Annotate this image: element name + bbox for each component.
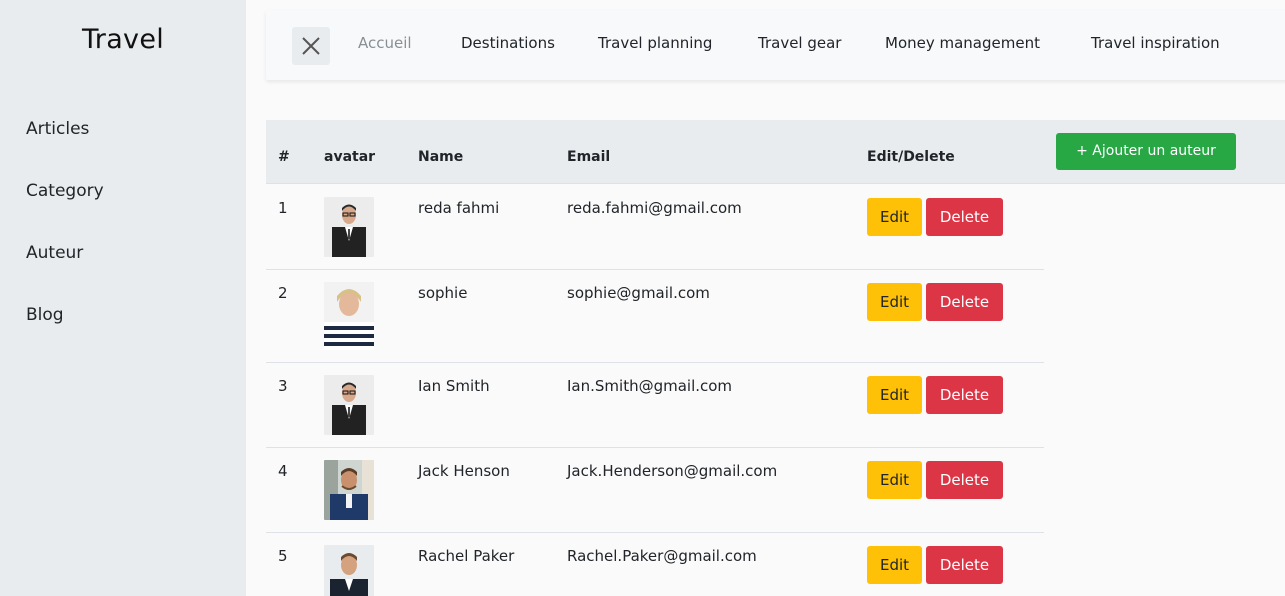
author-email: Jack.Henderson@gmail.com xyxy=(567,462,778,480)
author-email: sophie@gmail.com xyxy=(567,284,710,302)
nav-link-travel-planning[interactable]: Travel planning xyxy=(598,34,712,52)
table-row: 2 sophie sophie@gmail.com Edit Delete xyxy=(266,270,1044,363)
column-header-name: Name xyxy=(418,149,464,165)
author-name: Rachel Paker xyxy=(418,547,515,565)
avatar xyxy=(324,460,374,520)
edit-button[interactable]: Edit xyxy=(867,546,922,584)
author-name: sophie xyxy=(418,284,468,302)
edit-button[interactable]: Edit xyxy=(867,198,922,236)
edit-button[interactable]: Edit xyxy=(867,461,922,499)
author-email: Ian.Smith@gmail.com xyxy=(567,377,733,395)
delete-button[interactable]: Delete xyxy=(926,546,1003,584)
avatar xyxy=(324,375,374,435)
sidebar-item-category[interactable]: Category xyxy=(26,181,104,201)
author-name: Ian Smith xyxy=(418,377,490,395)
row-number: 1 xyxy=(278,199,288,217)
author-name: Jack Henson xyxy=(418,462,510,480)
table-row: 3 Ian Smith Ian.Smith@gmail.com Edit Del… xyxy=(266,363,1044,448)
top-navbar: Accueil Destinations Travel planning Tra… xyxy=(266,10,1285,80)
delete-button[interactable]: Delete xyxy=(926,376,1003,414)
avatar xyxy=(324,282,374,350)
sidebar: Travel Articles Category Auteur Blog xyxy=(0,0,246,596)
table-row: 4 Jack Henson Jack.Henderson@gmail.com E… xyxy=(266,448,1044,533)
row-number: 4 xyxy=(278,462,288,480)
avatar xyxy=(324,197,374,257)
column-header-number: # xyxy=(278,149,290,165)
author-email: Rachel.Paker@gmail.com xyxy=(567,547,757,565)
brand-title: Travel xyxy=(81,24,165,55)
main-content: Accueil Destinations Travel planning Tra… xyxy=(246,0,1285,596)
close-icon xyxy=(302,37,320,55)
table-row: 5 Rachel Paker Rachel.Paker@gmail.com Ed… xyxy=(266,533,1044,596)
nav-link-travel-inspiration[interactable]: Travel inspiration xyxy=(1091,34,1220,52)
delete-button[interactable]: Delete xyxy=(926,198,1003,236)
sidebar-item-auteur[interactable]: Auteur xyxy=(26,243,83,263)
row-number: 5 xyxy=(278,547,288,565)
sidebar-item-articles[interactable]: Articles xyxy=(26,119,89,139)
nav-link-money-management[interactable]: Money management xyxy=(885,34,1040,52)
avatar xyxy=(324,545,374,596)
row-number: 3 xyxy=(278,377,288,395)
delete-button[interactable]: Delete xyxy=(926,461,1003,499)
edit-button[interactable]: Edit xyxy=(867,283,922,321)
sidebar-item-blog[interactable]: Blog xyxy=(26,305,64,325)
close-button[interactable] xyxy=(292,27,330,65)
delete-button[interactable]: Delete xyxy=(926,283,1003,321)
column-header-email: Email xyxy=(567,149,611,165)
author-name: reda fahmi xyxy=(418,199,500,217)
table-row: 1 reda fahmi reda.fahmi@gmail.com Edit D… xyxy=(266,185,1044,270)
nav-link-destinations[interactable]: Destinations xyxy=(461,34,555,52)
author-email: reda.fahmi@gmail.com xyxy=(567,199,742,217)
column-header-edit-delete: Edit/Delete xyxy=(867,149,955,165)
add-author-button[interactable]: + Ajouter un auteur xyxy=(1056,133,1236,170)
column-header-avatar: avatar xyxy=(324,149,376,165)
row-number: 2 xyxy=(278,284,288,302)
nav-link-travel-gear[interactable]: Travel gear xyxy=(758,34,841,52)
nav-link-accueil[interactable]: Accueil xyxy=(358,34,412,52)
edit-button[interactable]: Edit xyxy=(867,376,922,414)
